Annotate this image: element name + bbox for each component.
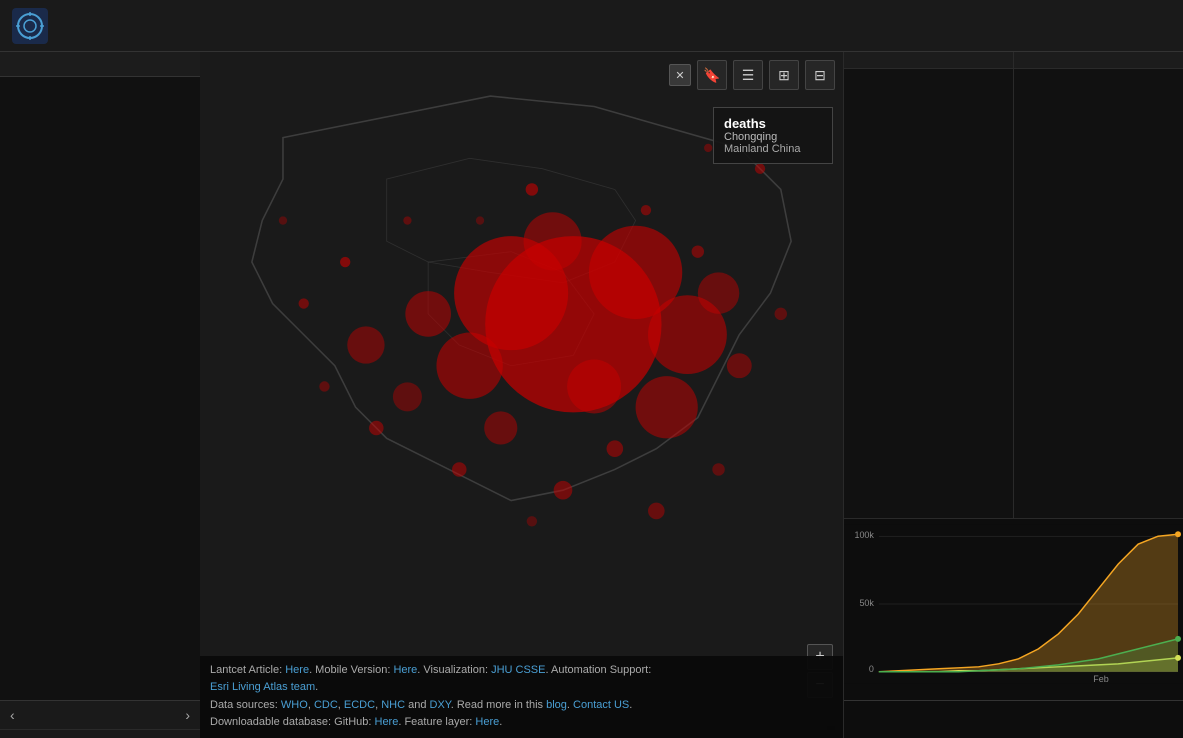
map-grid-button[interactable]: ⊟ xyxy=(805,60,835,90)
deaths-detail-list xyxy=(844,69,1014,518)
svg-text:50k: 50k xyxy=(859,598,874,608)
right-top-stats xyxy=(844,52,1183,69)
right-detail-lists xyxy=(844,69,1183,518)
recovered-detail-list xyxy=(1014,69,1183,518)
footer-link-who[interactable]: WHO xyxy=(281,699,308,711)
map-info-country: Mainland China xyxy=(724,143,822,155)
footer-link-here2[interactable]: Here xyxy=(393,664,417,676)
map-info-deaths-text: deaths xyxy=(724,116,822,131)
total-recovered-box xyxy=(1014,52,1183,68)
country-list xyxy=(0,89,200,700)
footer-line2: Esri Living Atlas team. xyxy=(210,679,833,697)
chart-tabs xyxy=(844,700,1183,701)
footer-link-jhu[interactable]: JHU CSSE xyxy=(491,664,545,676)
footer-line1: Lantcet Article: Here. Mobile Version: H… xyxy=(210,662,833,680)
footer-link-here1[interactable]: Here xyxy=(285,664,309,676)
nav-prev-arrow[interactable]: ‹ xyxy=(6,705,19,725)
chart-area: 100k 50k 0 Feb xyxy=(844,518,1183,738)
main-content: ‹ › ✕ 🔖 ☰ ⊞ ⊟ xyxy=(0,52,1183,738)
total-deaths-box xyxy=(844,52,1014,68)
footer-link-contact[interactable]: Contact US xyxy=(573,699,629,711)
left-bottom-nav: ‹ › xyxy=(0,700,200,729)
map-info-box: deaths Chongqing Mainland China xyxy=(713,107,833,164)
app-logo xyxy=(12,8,48,44)
last-updated-section xyxy=(0,729,200,738)
map-list-button[interactable]: ☰ xyxy=(733,60,763,90)
footer-link-feature[interactable]: Here xyxy=(475,716,499,728)
footer-link-esri[interactable]: Esri Living Atlas team xyxy=(210,681,315,693)
footer-link-dxy[interactable]: DXY xyxy=(430,699,451,711)
map-close-button[interactable]: ✕ xyxy=(669,64,691,86)
footer-link-blog[interactable]: blog xyxy=(546,699,567,711)
nav-next-arrow[interactable]: › xyxy=(181,705,194,725)
map-info-location-text: Chongqing xyxy=(724,131,822,143)
chart-svg: 100k 50k 0 Feb xyxy=(844,519,1183,689)
right-panel: 100k 50k 0 Feb xyxy=(843,52,1183,738)
footer-link-nhc[interactable]: NHC xyxy=(381,699,405,711)
map-toolbar: ✕ 🔖 ☰ ⊞ ⊟ xyxy=(669,60,835,90)
map-bookmark-button[interactable]: 🔖 xyxy=(697,60,727,90)
footer-link-cdc[interactable]: CDC xyxy=(314,699,338,711)
left-panel: ‹ › xyxy=(0,52,200,738)
map-layers-button[interactable]: ⊞ xyxy=(769,60,799,90)
map-footer: Lantcet Article: Here. Mobile Version: H… xyxy=(200,656,843,738)
total-confirmed-box xyxy=(0,52,200,77)
header xyxy=(0,0,1183,52)
svg-text:Feb: Feb xyxy=(1093,674,1108,684)
footer-line3: Data sources: WHO, CDC, ECDC, NHC and DX… xyxy=(210,697,833,715)
svg-text:0: 0 xyxy=(869,664,874,674)
confirmed-by-region-section xyxy=(0,77,200,89)
map-area[interactable]: ✕ 🔖 ☰ ⊞ ⊟ xyxy=(200,52,843,738)
footer-link-ecdc[interactable]: ECDC xyxy=(344,699,375,711)
svg-text:100k: 100k xyxy=(854,530,874,540)
footer-link-github[interactable]: Here xyxy=(375,716,399,728)
footer-line4: Downloadable database: GitHub: Here. Fea… xyxy=(210,714,833,732)
